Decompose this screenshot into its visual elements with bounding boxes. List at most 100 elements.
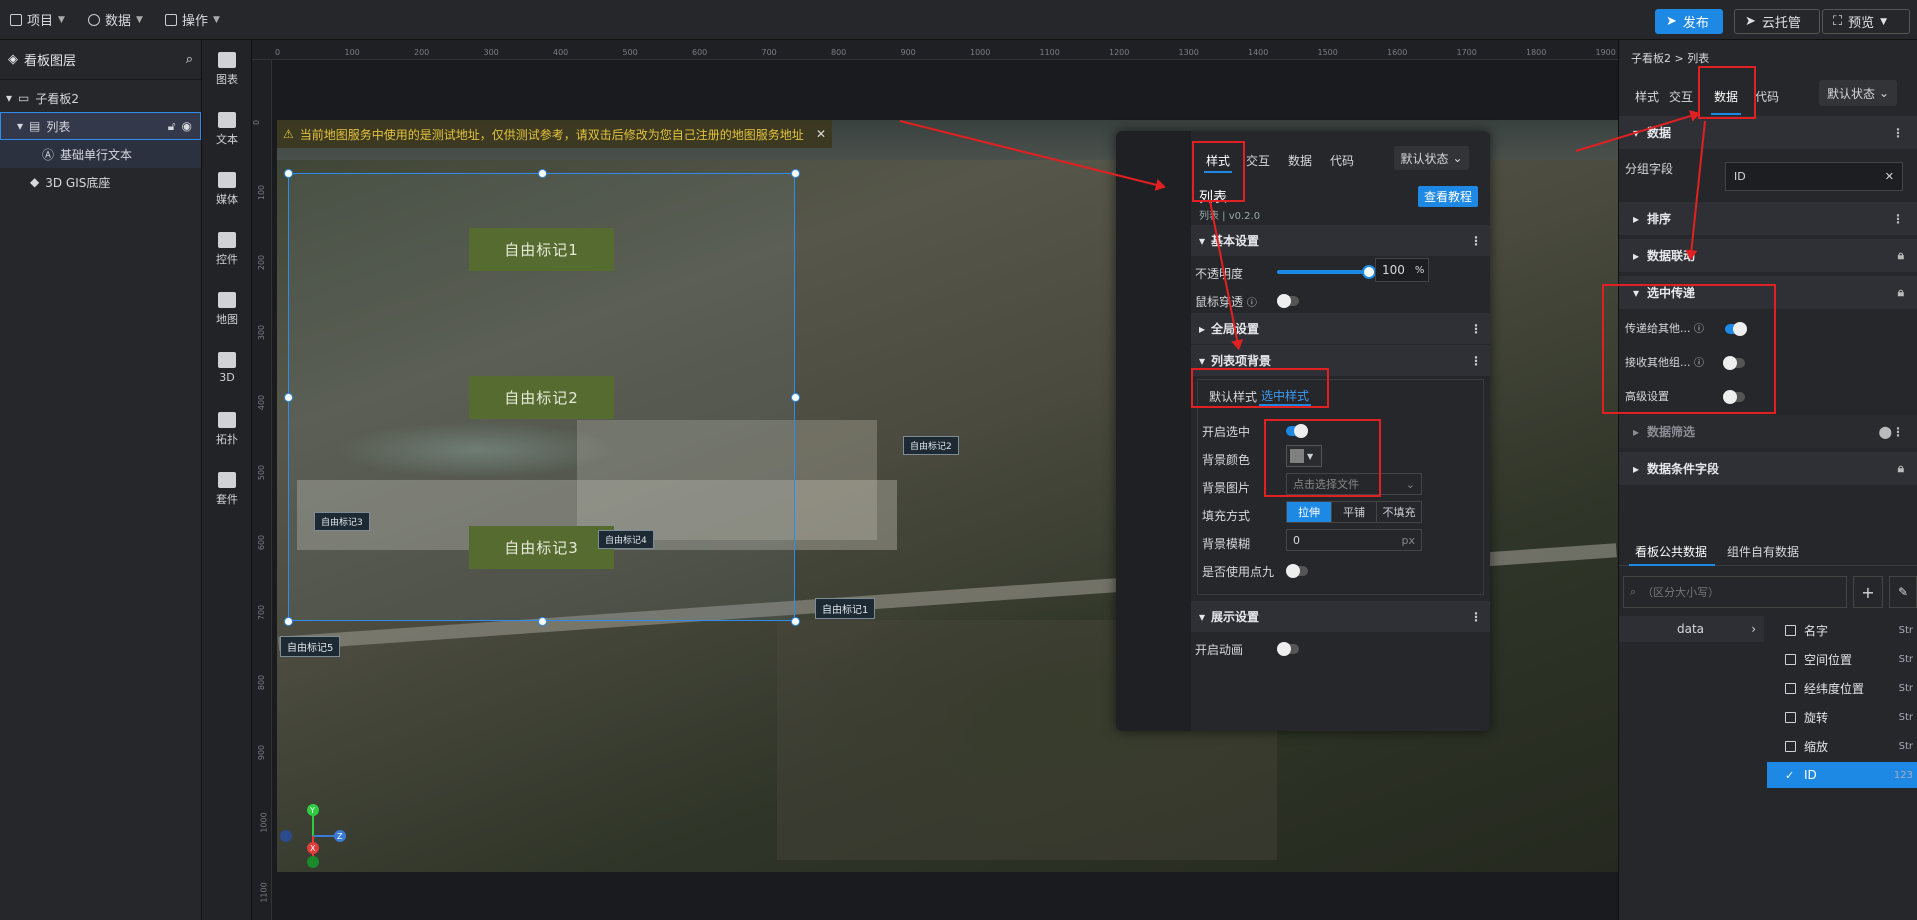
layer-item-gis[interactable]: ◆ 3D GIS底座 (0, 168, 201, 196)
media-tool[interactable]: 媒体 (202, 172, 252, 207)
checkbox-icon[interactable] (1785, 624, 1796, 636)
data-field-row[interactable]: ✓ ID 123 (1767, 762, 1917, 788)
data-tree-node[interactable]: data › (1619, 616, 1764, 642)
resize-handle[interactable] (538, 617, 547, 626)
group-field-select[interactable]: ID ✕ (1725, 162, 1903, 191)
close-icon[interactable]: ✕ (1885, 170, 1894, 183)
menu-project[interactable]: 项目 ▼ (10, 10, 65, 29)
property-panel: 子看板2 > 列表 样式 交互 数据 代码 默认状态⌄ ▾数据⋮ 分组字段 ID… (1618, 40, 1917, 920)
lock-icon[interactable]: 🔒︎ (1898, 461, 1904, 476)
plus-icon: + (1861, 582, 1875, 602)
resize-handle[interactable] (284, 393, 293, 402)
data-field-row[interactable]: 缩放 Str (1767, 733, 1917, 759)
topology-tool[interactable]: 拓扑 (202, 412, 252, 447)
fill-none-button[interactable]: 不填充 (1376, 502, 1421, 522)
chart-tool[interactable]: 图表 (202, 52, 252, 87)
search-icon[interactable]: ⌕ (186, 52, 193, 67)
map-pin-label[interactable]: 自由标记2 (903, 436, 959, 455)
publish-button[interactable]: ➤ 发布 (1655, 9, 1723, 34)
map-pin-label[interactable]: 自由标记1 (815, 598, 876, 619)
preview-button[interactable]: ⛶ 预览 ▼ (1822, 9, 1910, 34)
data-field-row[interactable]: 经纬度位置 Str (1767, 675, 1917, 701)
resize-handle[interactable] (284, 617, 293, 626)
menu-operate[interactable]: 操作 ▼ (165, 10, 220, 29)
tab-style[interactable]: 样式 (1635, 88, 1659, 105)
checkbox-icon[interactable] (1785, 653, 1796, 665)
opacity-slider-thumb[interactable] (1362, 265, 1376, 279)
warning-icon: ⚠ (283, 127, 294, 141)
section-basic[interactable]: ▾ 基本设置 ⋮ (1191, 225, 1490, 256)
tab-code[interactable]: 代码 (1330, 152, 1354, 169)
list-item-mark-2[interactable]: 自由标记2 (469, 376, 614, 419)
checkbox-icon[interactable] (1785, 740, 1796, 752)
tab-interaction[interactable]: 交互 (1246, 152, 1270, 169)
more-icon[interactable]: ⋮ (1470, 234, 1482, 248)
resize-handle[interactable] (538, 169, 547, 178)
section-sort[interactable]: ▸ 排序 ⋮ (1619, 202, 1917, 235)
fill-tile-button[interactable]: 平铺 (1331, 502, 1376, 522)
more-icon[interactable]: ⋮ (1470, 322, 1482, 336)
fill-stretch-button[interactable]: 拉伸 (1287, 502, 1331, 522)
map-pin-label[interactable]: 自由标记3 (314, 512, 370, 531)
resize-handle[interactable] (284, 169, 293, 178)
resize-handle[interactable] (791, 169, 800, 178)
opacity-slider[interactable] (1277, 265, 1376, 279)
layer-item-text[interactable]: Ⓐ 基础单行文本 (0, 140, 201, 168)
3d-tool[interactable]: 3D (202, 352, 252, 384)
more-icon[interactable]: ⋮ (1892, 126, 1904, 140)
eye-icon[interactable]: ◉ (182, 119, 192, 133)
data-field-row[interactable]: 空间位置 Str (1767, 646, 1917, 672)
more-icon[interactable]: ⋮ (1470, 354, 1482, 368)
resize-handle[interactable] (791, 617, 800, 626)
layer-item-list[interactable]: ▾ ▤ 列表 🔓︎ ◉ (0, 112, 201, 140)
data-field-row[interactable]: 名字 Str (1767, 617, 1917, 643)
animation-toggle[interactable] (1277, 642, 1299, 656)
map-tool[interactable]: 地图 (202, 292, 252, 327)
edit-data-button[interactable]: ✎ (1889, 576, 1917, 608)
section-linkage[interactable]: ▸ 数据联动 🔒︎ (1619, 239, 1917, 272)
menu-data[interactable]: 数据 ▼ (88, 10, 143, 29)
control-tool[interactable]: 控件 (202, 232, 252, 267)
blur-input[interactable]: 0 px (1286, 529, 1422, 551)
section-data[interactable]: ▾数据⋮ (1619, 116, 1917, 149)
tab-interaction[interactable]: 交互 (1669, 88, 1693, 105)
opacity-input[interactable]: 100% (1375, 258, 1429, 282)
list-item-mark-1[interactable]: 自由标记1 (469, 228, 614, 271)
lock-icon[interactable]: 🔒︎ (1898, 248, 1904, 263)
checkbox-icon[interactable] (1785, 711, 1796, 723)
tutorial-button[interactable]: 查看教程 (1418, 186, 1479, 207)
checkbox-icon[interactable] (1785, 682, 1796, 694)
mouse-through-toggle[interactable] (1277, 294, 1299, 308)
state-select[interactable]: 默认状态 ⌄ (1394, 146, 1469, 170)
data-field-row[interactable]: 旋转 Str (1767, 704, 1917, 730)
kit-tool[interactable]: 套件 (202, 472, 252, 507)
add-data-button[interactable]: + (1853, 576, 1883, 608)
chevron-down-icon: ▼ (1880, 16, 1888, 27)
text-tool[interactable]: 文本 (202, 112, 252, 147)
list-item-mark-3[interactable]: 自由标记3 (469, 526, 614, 569)
tab-public-data[interactable]: 看板公共数据 (1635, 543, 1707, 560)
section-display[interactable]: ▾ 展示设置 ⋮ (1191, 601, 1490, 632)
nine-patch-toggle[interactable] (1286, 564, 1308, 578)
more-icon[interactable]: ⋮ (1892, 212, 1904, 226)
group-field-label: 分组字段 (1625, 162, 1674, 176)
resize-handle[interactable] (791, 393, 800, 402)
map-pin-label[interactable]: 自由标记5 (280, 636, 341, 657)
check-icon[interactable]: ✓ (1785, 770, 1796, 781)
unlock-icon[interactable]: 🔓︎ (168, 119, 176, 134)
layer-item-subboard[interactable]: ▾ ▭ 子看板2 (0, 84, 201, 112)
layers-icon: ◈ (8, 52, 18, 67)
cloud-button[interactable]: ➤ 云托管 (1734, 9, 1820, 34)
section-condition-fields[interactable]: ▸ 数据条件字段 🔒︎ (1619, 452, 1917, 485)
section-filter[interactable]: ▸ 数据筛选 ⬤⋮ (1619, 415, 1917, 448)
lock-icon[interactable]: 🔒︎ (1898, 285, 1904, 300)
tab-own-data[interactable]: 组件自有数据 (1727, 543, 1799, 560)
data-search-input[interactable]: ⌕ （区分大小写） (1623, 576, 1847, 608)
state-select[interactable]: 默认状态 ⌄ (1819, 80, 1897, 106)
close-icon[interactable]: ✕ (816, 127, 826, 141)
filter-toggle[interactable]: ⬤⋮ (1879, 425, 1904, 439)
map-pin-label[interactable]: 自由标记4 (598, 530, 654, 549)
tab-code[interactable]: 代码 (1755, 88, 1779, 105)
tab-data[interactable]: 数据 (1288, 152, 1312, 169)
more-icon[interactable]: ⋮ (1470, 610, 1482, 624)
